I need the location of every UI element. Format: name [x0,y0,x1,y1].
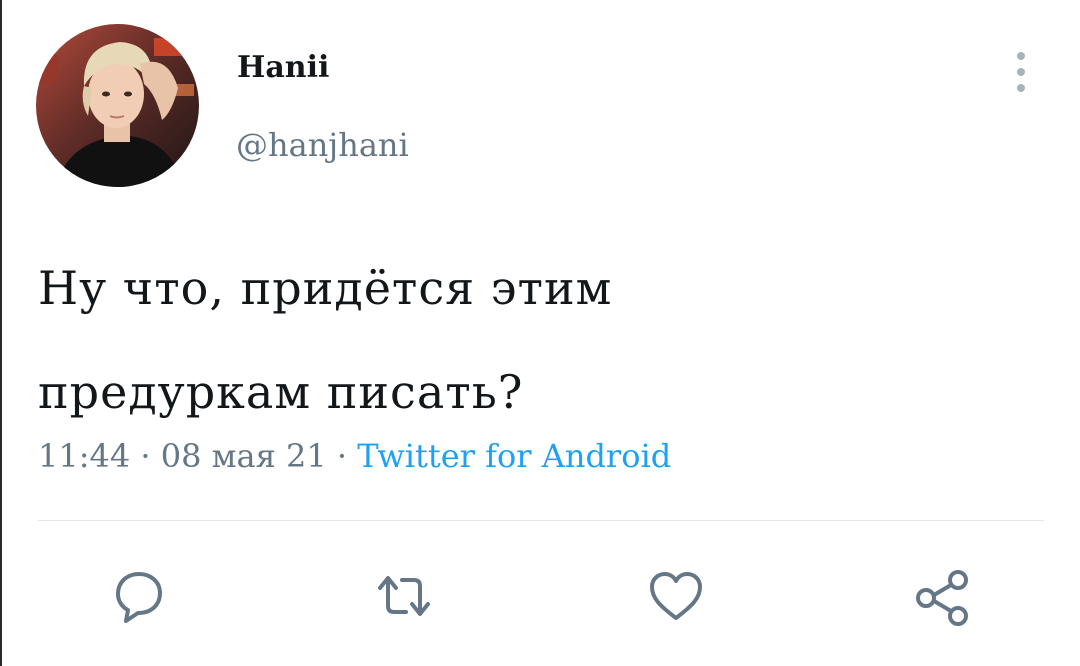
divider [38,520,1044,521]
heart-icon [650,572,702,620]
meta-separator: · [336,437,358,475]
comment-icon [116,572,162,623]
tweet-text-line: предуркам писать? [38,365,524,419]
tweet-time[interactable]: 11:44 [38,437,130,475]
tweet-text-line: Ну что, придётся этим [38,261,613,315]
dot-icon [1017,84,1025,92]
tweet-meta: 11:44 · 08 мая 21 · Twitter for Android [38,437,671,475]
dot-icon [1017,68,1025,76]
reply-button[interactable] [108,566,168,626]
avatar-photo [36,24,199,187]
dot-icon [1017,52,1025,60]
display-name[interactable]: Hanii [237,50,329,85]
share-button[interactable] [912,566,972,626]
like-button[interactable] [646,566,706,626]
avatar[interactable] [36,24,199,187]
tweet-text: Ну что, придётся этим предуркам писать? [38,236,1038,444]
retweet-button[interactable] [374,566,434,626]
user-handle[interactable]: @hanjhani [236,126,409,164]
tweet-date[interactable]: 08 мая 21 [161,437,327,475]
meta-separator: · [140,437,161,475]
tweet-card: Hanii @hanjhani Ну что, придётся этим пр… [0,0,1080,666]
retweet-icon [378,576,430,616]
more-options-button[interactable] [1006,50,1036,96]
tweet-source-link[interactable]: Twitter for Android [357,437,671,475]
share-icon [916,570,968,626]
